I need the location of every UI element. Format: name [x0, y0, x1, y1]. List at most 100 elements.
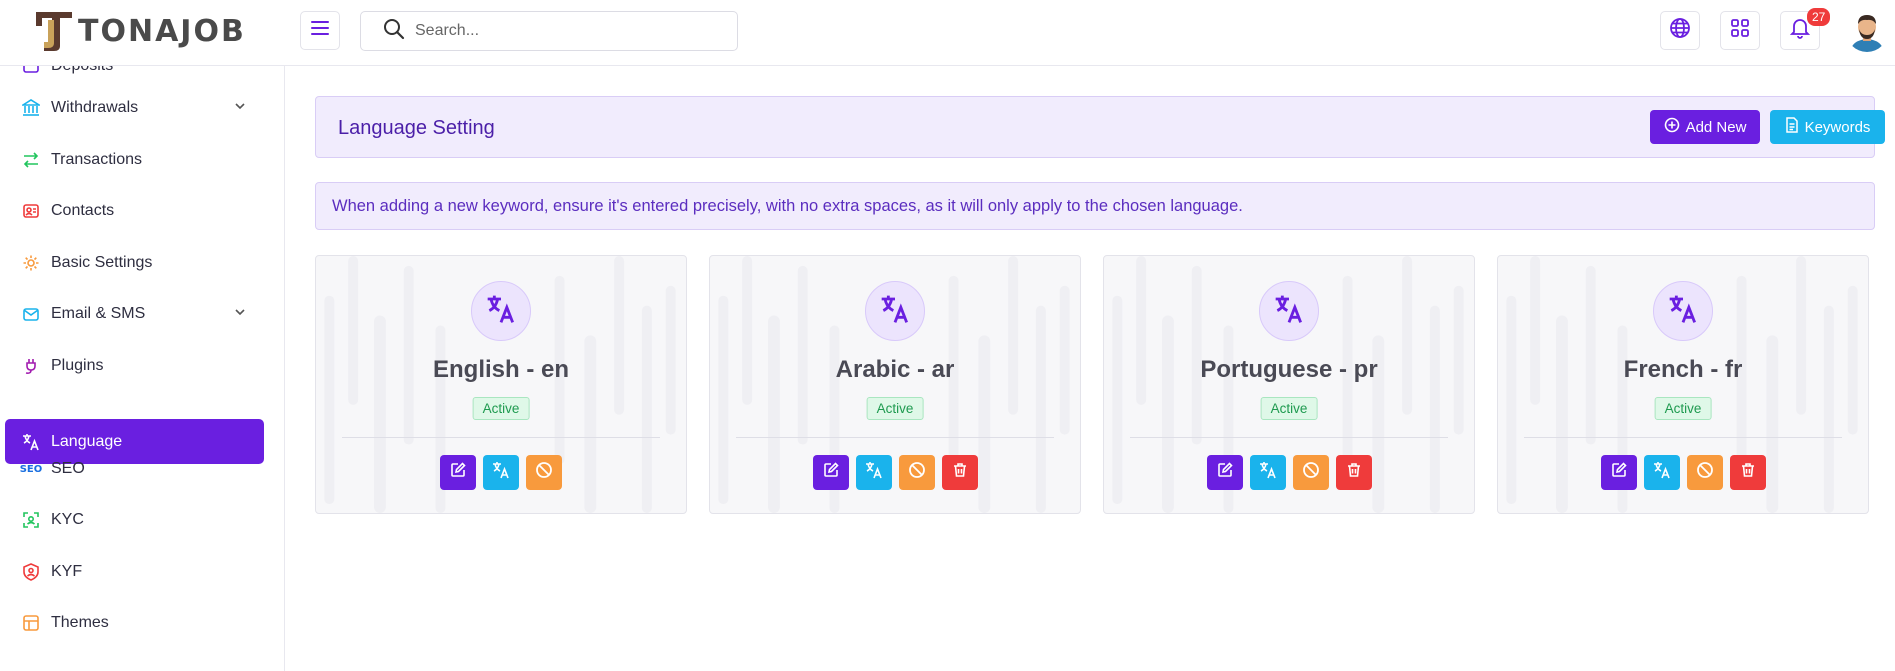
brand-logo[interactable]: TONAJOB — [34, 10, 244, 52]
translate-icon — [1259, 461, 1277, 484]
arrows-exchange-icon — [21, 150, 41, 170]
sidebar-item-email-sms[interactable]: Email & SMS — [5, 292, 264, 336]
bank-icon — [21, 98, 41, 118]
document-icon — [1785, 117, 1799, 137]
chevron-down-icon — [234, 99, 246, 117]
sidebar-item-seo[interactable]: SEO SEO — [5, 447, 264, 491]
user-avatar[interactable] — [1846, 10, 1888, 52]
sidebar-item-kyc[interactable]: KYC — [5, 498, 264, 542]
layout-icon — [21, 613, 41, 633]
trash-icon — [1346, 462, 1362, 483]
gear-icon — [21, 253, 41, 273]
card-actions — [316, 455, 686, 490]
sidebar-item-contacts[interactable]: Contacts — [5, 189, 264, 233]
trash-icon — [1740, 462, 1756, 483]
edit-icon — [1217, 462, 1233, 483]
contact-card-icon — [21, 201, 41, 221]
sidebar: Deposits Withdrawals Transactions Contac… — [0, 66, 285, 671]
apps-button[interactable] — [1720, 11, 1760, 50]
sidebar-item-label: Deposits — [51, 66, 113, 75]
notifications-button[interactable]: 27 — [1780, 8, 1831, 50]
sidebar-item-deposits[interactable]: Deposits — [5, 66, 264, 88]
keyword-notice: When adding a new keyword, ensure it's e… — [315, 182, 1875, 230]
add-new-button[interactable]: Add New — [1650, 110, 1760, 144]
translate-icon — [865, 461, 883, 484]
delete-language-button[interactable] — [1729, 455, 1766, 490]
sidebar-item-label: Themes — [51, 614, 109, 631]
edit-language-button[interactable] — [1600, 455, 1637, 490]
ban-icon — [1696, 461, 1714, 484]
search-input[interactable] — [415, 22, 715, 40]
edit-icon — [450, 462, 466, 483]
notification-count-badge: 27 — [1807, 8, 1831, 26]
scan-face-icon — [21, 510, 41, 530]
keywords-label: Keywords — [1804, 118, 1871, 136]
ban-icon — [908, 461, 926, 484]
globe-icon — [1669, 17, 1691, 44]
sidebar-item-label: Withdrawals — [51, 99, 139, 116]
edit-language-button[interactable] — [812, 455, 849, 490]
sidebar-item-label: Transactions — [51, 151, 142, 168]
translate-icon — [1653, 461, 1671, 484]
translate-icon — [1274, 294, 1304, 329]
sidebar-item-basic-settings[interactable]: Basic Settings — [5, 241, 264, 285]
card-actions — [1104, 455, 1474, 490]
status-badge: Active — [1654, 397, 1712, 420]
language-card: Portuguese - pr Active — [1103, 255, 1475, 514]
language-icon-circle — [865, 281, 925, 341]
edit-language-button[interactable] — [1206, 455, 1243, 490]
delete-language-button[interactable] — [941, 455, 978, 490]
mail-icon — [21, 304, 41, 324]
main-content: Language Setting Add New Keywords When a… — [285, 66, 1895, 671]
shield-user-icon — [21, 562, 41, 582]
disable-language-button[interactable] — [1292, 455, 1329, 490]
language-name: English - en — [432, 356, 569, 383]
plus-circle-icon — [1664, 117, 1680, 137]
translate-keywords-button[interactable] — [483, 455, 519, 490]
search-box — [360, 11, 738, 51]
translate-keywords-button[interactable] — [1249, 455, 1286, 490]
language-name: Portuguese - pr — [1200, 356, 1378, 383]
delete-language-button[interactable] — [1335, 455, 1372, 490]
translate-keywords-button[interactable] — [1643, 455, 1680, 490]
keywords-button[interactable]: Keywords — [1770, 110, 1885, 144]
trash-icon — [952, 462, 968, 483]
disable-language-button[interactable] — [898, 455, 935, 490]
ban-icon — [535, 461, 553, 484]
language-card: French - fr Active — [1497, 255, 1869, 514]
translate-icon — [880, 294, 910, 329]
sidebar-item-label: Basic Settings — [51, 254, 153, 271]
edit-icon — [823, 462, 839, 483]
language-icon-circle — [471, 281, 531, 341]
sidebar-item-kyf[interactable]: KYF — [5, 550, 264, 594]
edit-language-button[interactable] — [440, 455, 476, 490]
status-badge: Active — [1260, 397, 1318, 420]
language-icon-circle — [1259, 281, 1319, 341]
sidebar-item-label: Plugins — [51, 357, 104, 374]
add-new-label: Add New — [1685, 118, 1747, 136]
deposit-icon — [21, 66, 41, 76]
logo-mark — [34, 10, 74, 52]
card-divider — [736, 437, 1054, 438]
edit-icon — [1611, 462, 1627, 483]
language-switch-button[interactable] — [1660, 11, 1700, 50]
search-icon — [383, 18, 405, 45]
status-badge: Active — [472, 397, 530, 420]
menu-toggle-button[interactable] — [300, 11, 340, 50]
card-divider — [1130, 437, 1448, 438]
disable-language-button[interactable] — [526, 455, 562, 490]
sidebar-item-label: KYF — [51, 563, 83, 580]
language-name: French - fr — [1623, 356, 1743, 383]
status-badge: Active — [866, 397, 924, 420]
translate-icon — [492, 461, 510, 484]
sidebar-item-themes[interactable]: Themes — [5, 601, 264, 645]
sidebar-item-transactions[interactable]: Transactions — [5, 138, 264, 182]
sidebar-item-withdrawals[interactable]: Withdrawals — [5, 86, 264, 130]
sidebar-item-label: SEO — [51, 460, 85, 477]
language-icon-circle — [1653, 281, 1713, 341]
disable-language-button[interactable] — [1686, 455, 1723, 490]
hamburger-icon — [311, 21, 329, 40]
chevron-down-icon — [234, 305, 246, 323]
sidebar-item-plugins[interactable]: Plugins — [5, 344, 264, 388]
translate-keywords-button[interactable] — [855, 455, 892, 490]
